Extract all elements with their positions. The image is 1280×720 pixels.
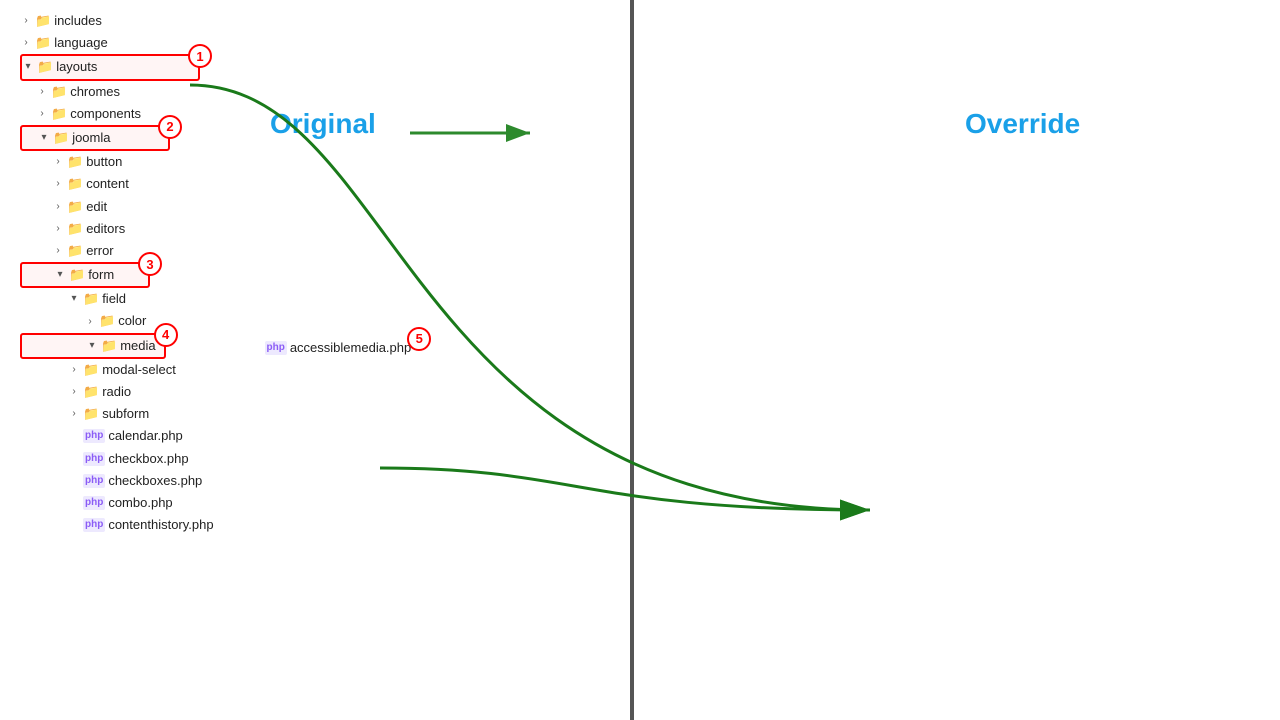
tree-item: › 📁 includes <box>20 10 620 32</box>
caret-icon: › <box>52 177 64 191</box>
folder-icon: 📁 <box>101 337 117 355</box>
tree-item: › 📁 modal-select <box>20 359 620 381</box>
caret-icon: › <box>84 315 96 329</box>
right-panel: ▾ 📁 xxxxxxxx.local E:\OSPanel\domains\xx… <box>1264 0 1280 720</box>
folder-icon: 📁 <box>67 242 83 260</box>
item-label: layouts <box>56 58 97 76</box>
tree-item: ▾ 📁 field <box>20 288 620 310</box>
folder-icon: 📁 <box>83 361 99 379</box>
item-label: subform <box>102 405 149 423</box>
caret-icon: ▾ <box>22 60 34 74</box>
tree-item: › 📁 content <box>20 173 620 195</box>
folder-icon: 📁 <box>35 34 51 52</box>
tree-item: › 📁 error <box>20 240 620 262</box>
accessiblemedia-row: php accessiblemedia.php <box>170 337 420 359</box>
item-label: editors <box>86 220 125 238</box>
tree-item: › 📁 color <box>20 310 620 332</box>
item-label: field <box>102 290 126 308</box>
tree-item: › 📁 editors <box>20 218 620 240</box>
item-label: joomla <box>72 129 110 147</box>
folder-icon: 📁 <box>67 220 83 238</box>
caret-icon: › <box>68 385 80 399</box>
caret-icon: ▾ <box>68 292 80 306</box>
folder-icon: 📁 <box>53 129 69 147</box>
tree-item: php checkbox.php <box>20 448 620 470</box>
folder-icon: 📁 <box>99 312 115 330</box>
original-label: Original <box>270 108 376 140</box>
caret-icon: ▾ <box>38 131 50 145</box>
folder-icon: 📁 <box>35 12 51 30</box>
item-label: edit <box>86 198 107 216</box>
folder-icon: 📁 <box>67 153 83 171</box>
php-badge: php <box>83 474 105 488</box>
caret-icon: › <box>68 407 80 421</box>
folder-icon: 📁 <box>83 290 99 308</box>
caret-icon: › <box>36 107 48 121</box>
item-label: color <box>118 312 146 330</box>
caret-icon: › <box>20 14 32 28</box>
item-label: combo.php <box>108 494 172 512</box>
folder-icon: 📁 <box>51 105 67 123</box>
override-label: Override <box>965 108 1080 140</box>
item-label: chromes <box>70 83 120 101</box>
folder-icon: 📁 <box>67 175 83 193</box>
tree-item: php calendar.php <box>20 425 620 447</box>
php-badge: php <box>83 518 105 532</box>
folder-icon: 📁 <box>69 266 85 284</box>
php-badge: php <box>83 496 105 510</box>
tree-item: php checkboxes.php <box>20 470 620 492</box>
item-label: content <box>86 175 129 193</box>
item-label: components <box>70 105 141 123</box>
item-label: accessiblemedia.php <box>290 339 411 357</box>
php-badge: php <box>83 452 105 466</box>
item-label: button <box>86 153 122 171</box>
item-label: radio <box>102 383 131 401</box>
caret-icon: › <box>52 155 64 169</box>
php-badge: php <box>265 341 287 355</box>
item-label: error <box>86 242 113 260</box>
caret-icon: ▾ <box>86 339 98 353</box>
joomla-row: ▾ 📁 joomla <box>20 125 170 151</box>
caret-icon: › <box>20 36 32 50</box>
tree-item: › 📁 chromes <box>20 81 620 103</box>
item-label: calendar.php <box>108 427 182 445</box>
tree-item: php contenthistory.php <box>20 514 620 536</box>
media-row: ▾ 📁 media <box>20 333 166 359</box>
item-label: contenthistory.php <box>108 516 213 534</box>
folder-icon: 📁 <box>83 383 99 401</box>
tree-item: › 📁 language <box>20 32 620 54</box>
main-container: › 📁 includes › 📁 language ▾ 📁 layouts 1 … <box>0 0 1280 720</box>
folder-icon: 📁 <box>67 198 83 216</box>
tree-item: php combo.php <box>20 492 620 514</box>
item-label: media <box>120 337 155 355</box>
folder-icon: 📁 <box>37 58 53 76</box>
caret-icon: › <box>52 200 64 214</box>
item-label: includes <box>54 12 102 30</box>
orig-to-override-arrow <box>410 115 540 151</box>
tree-item: › 📁 edit <box>20 196 620 218</box>
caret-icon: ▾ <box>54 268 66 282</box>
caret-icon: › <box>52 222 64 236</box>
tree-item: › 📁 radio <box>20 381 620 403</box>
tree-item: › 📁 subform <box>20 403 620 425</box>
php-badge: php <box>83 429 105 443</box>
divider <box>630 0 634 720</box>
caret-icon: › <box>36 85 48 99</box>
item-label: checkboxes.php <box>108 472 202 490</box>
caret-icon: › <box>52 244 64 258</box>
form-row: ▾ 📁 form <box>20 262 150 288</box>
folder-icon: 📁 <box>83 405 99 423</box>
item-label: form <box>88 266 114 284</box>
item-label: language <box>54 34 108 52</box>
item-label: modal-select <box>102 361 176 379</box>
layouts-row: ▾ 📁 layouts <box>20 54 200 80</box>
item-label: checkbox.php <box>108 450 188 468</box>
folder-icon: 📁 <box>51 83 67 101</box>
tree-item: › 📁 button <box>20 151 620 173</box>
caret-icon: › <box>68 363 80 377</box>
